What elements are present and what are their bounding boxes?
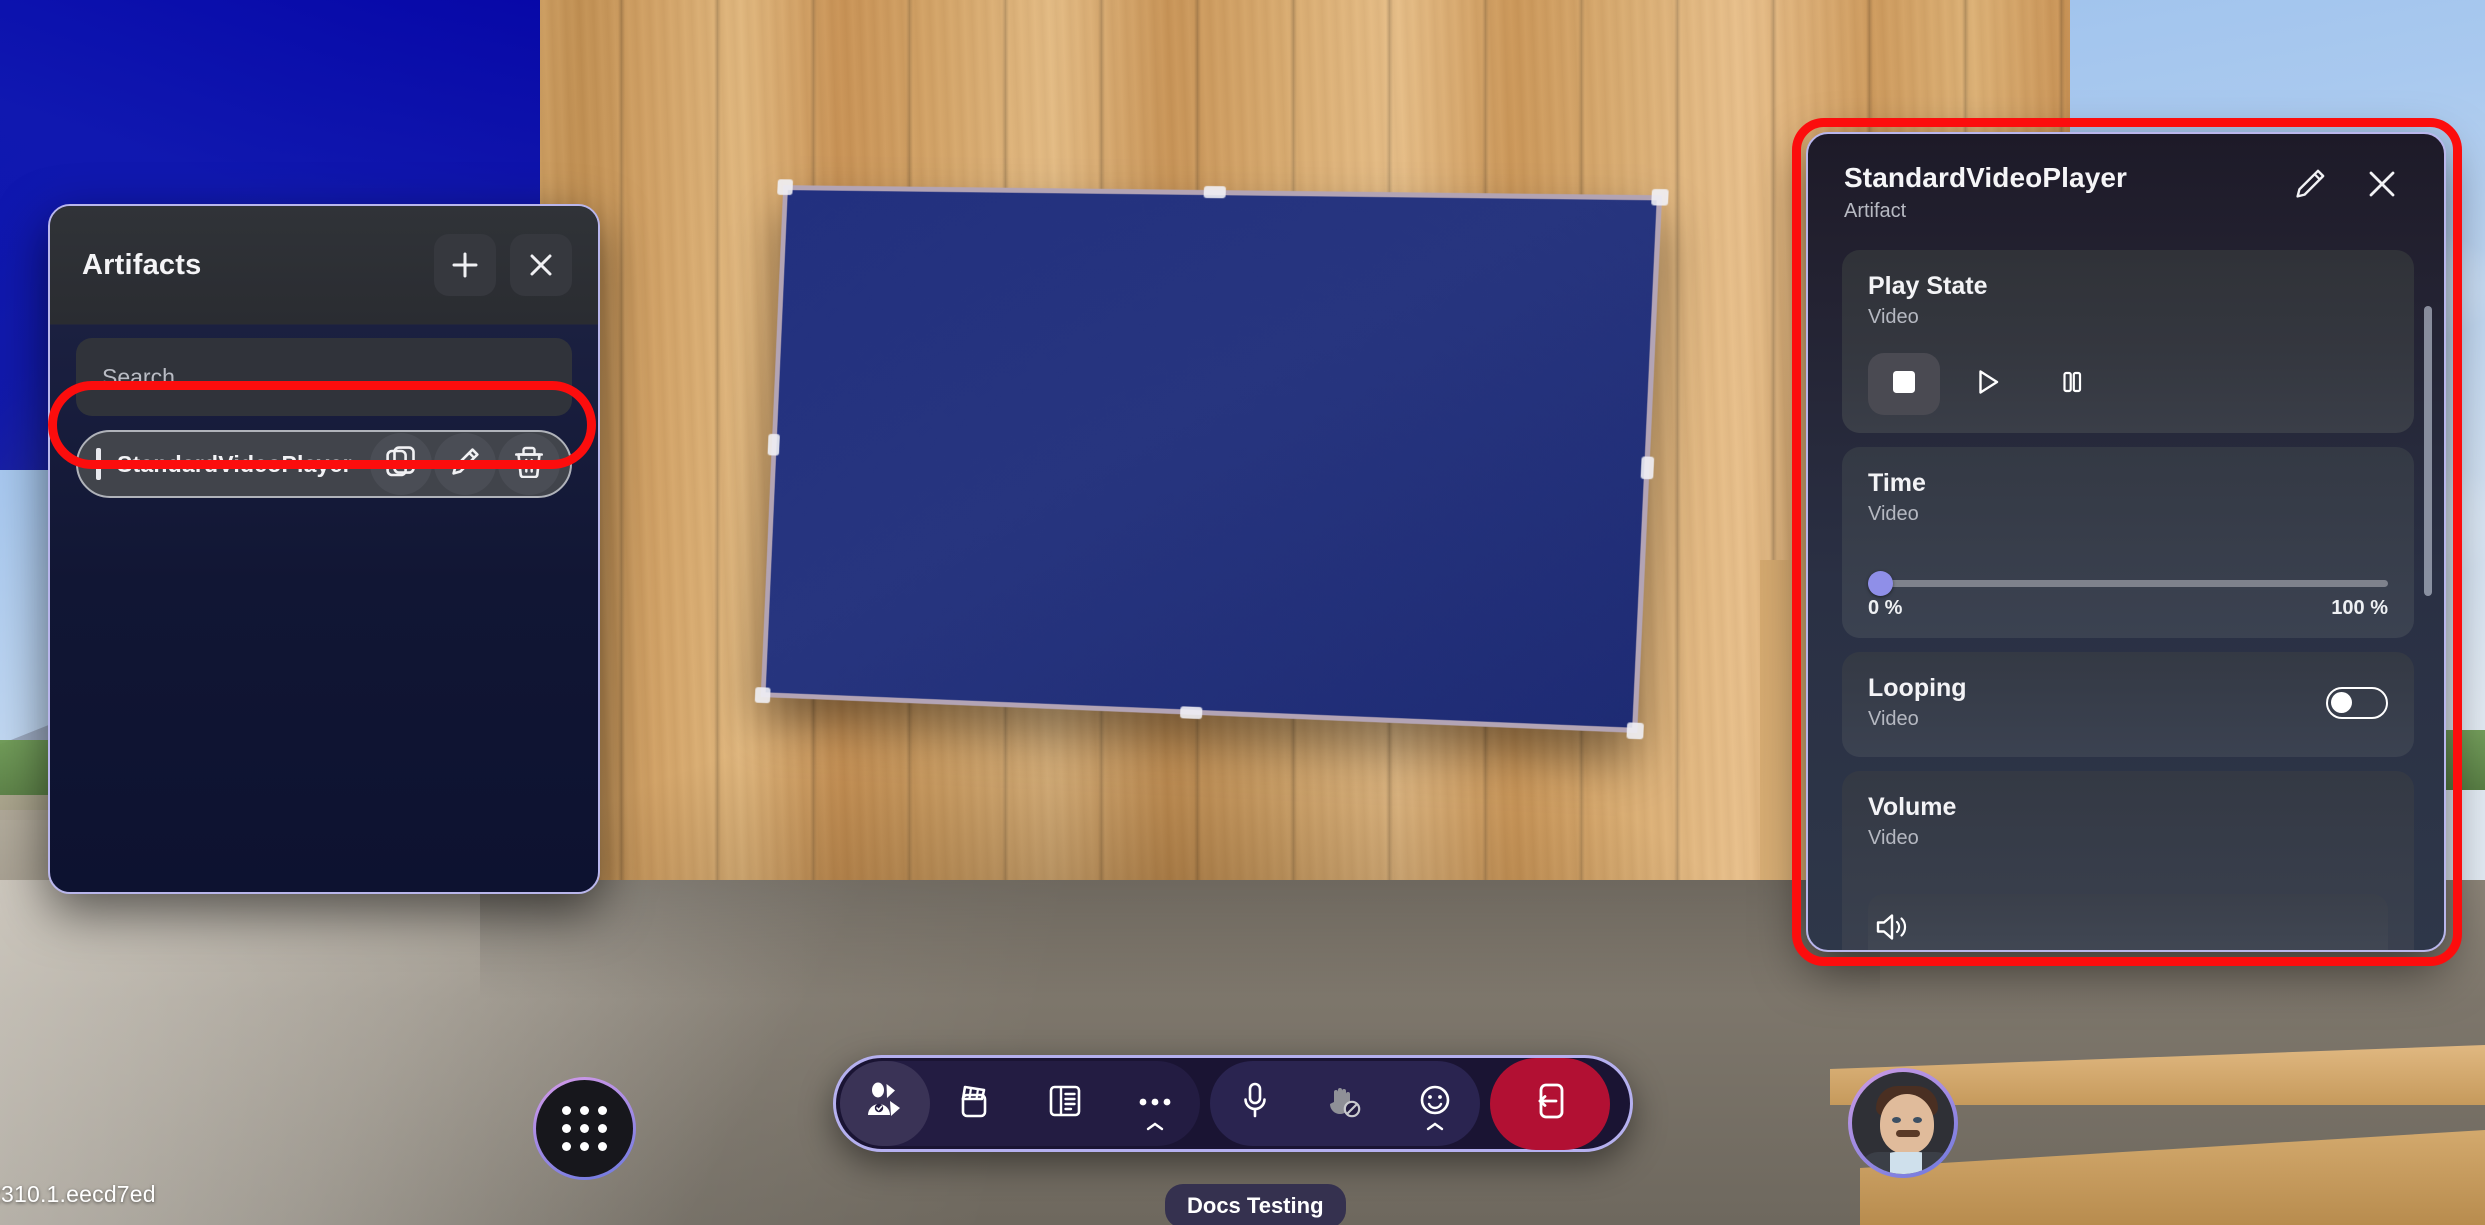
slider-track[interactable] xyxy=(1868,571,2388,596)
delete-icon xyxy=(514,446,544,483)
pause-button[interactable] xyxy=(2036,353,2108,415)
toolbar-button-microphone[interactable] xyxy=(1210,1061,1300,1146)
toolbar-tooltip: Docs Testing xyxy=(1165,1184,1346,1225)
property-card-looping: Looping Video xyxy=(1842,652,2414,757)
edit-artifact-button[interactable] xyxy=(434,433,496,495)
artifacts-search-box[interactable] xyxy=(76,338,572,416)
artifact-name: StandardVideoPlayer xyxy=(117,450,352,477)
toolbar-button-notes[interactable] xyxy=(1020,1061,1110,1146)
artifacts-panel-title: Artifacts xyxy=(82,248,202,281)
toggle-knob xyxy=(2331,691,2352,713)
duplicate-artifact-button[interactable] xyxy=(370,433,432,495)
avatar-moustache xyxy=(1896,1130,1920,1137)
property-name: Looping xyxy=(1868,674,1967,702)
artifacts-people-icon xyxy=(864,1081,906,1126)
microphone-icon xyxy=(1240,1081,1270,1126)
property-name: Time xyxy=(1868,469,1926,497)
slider-thumb[interactable] xyxy=(1868,571,1893,596)
artifacts-search-area xyxy=(50,324,598,416)
close-artifacts-panel-button[interactable] xyxy=(510,234,572,296)
page-title: StandardVideoPlayer xyxy=(1844,162,2128,193)
edit-artifact-properties-button[interactable] xyxy=(2282,158,2338,214)
toolbar-button-video[interactable] xyxy=(930,1061,1020,1146)
stop-icon xyxy=(1890,368,1918,401)
play-icon xyxy=(1973,367,2003,402)
close-icon xyxy=(2365,167,2399,206)
toolbar-button-raise-hand[interactable] xyxy=(1300,1061,1390,1146)
slider-max-label: 100 % xyxy=(2331,597,2388,619)
avatar-face xyxy=(1880,1094,1934,1154)
property-source: Video xyxy=(1868,708,1919,730)
floor-shadow xyxy=(480,880,1880,1000)
toolbar-button-more[interactable] xyxy=(1110,1061,1200,1146)
time-slider[interactable]: 0 % 100 % xyxy=(1868,571,2388,620)
properties-scroll-area[interactable]: Play State Video Time Video 0 % 100 % Lo… xyxy=(1808,250,2444,950)
properties-subtitle: Artifact xyxy=(1844,200,1907,222)
more-options-icon xyxy=(1138,1095,1172,1113)
properties-panel-header: StandardVideoPlayer Artifact xyxy=(1808,134,2444,241)
app-launcher-button[interactable] xyxy=(533,1077,636,1180)
toolbar-button-reactions[interactable] xyxy=(1390,1061,1480,1146)
play-button[interactable] xyxy=(1952,353,2024,415)
artifact-properties-panel: StandardVideoPlayer Artifact Play State xyxy=(1806,132,2446,952)
duplicate-icon xyxy=(386,445,416,483)
property-card-play-state: Play State Video xyxy=(1842,250,2414,433)
reactions-emoji-icon xyxy=(1417,1083,1453,1124)
list-item[interactable]: StandardVideoPlayer xyxy=(76,430,572,498)
search-input[interactable] xyxy=(102,363,546,391)
property-card-time: Time Video 0 % 100 % xyxy=(1842,447,2414,638)
version-label: 2310.1.eecd7ed xyxy=(0,1181,156,1207)
avatar[interactable] xyxy=(1848,1068,1958,1178)
plus-icon xyxy=(450,250,480,280)
leave-call-icon xyxy=(1532,1081,1568,1126)
close-icon xyxy=(527,251,555,279)
close-properties-panel-button[interactable] xyxy=(2354,158,2410,214)
artifacts-panel-header: Artifacts xyxy=(50,206,598,324)
delete-artifact-button[interactable] xyxy=(498,433,560,495)
stop-button[interactable] xyxy=(1868,353,1940,415)
property-source: Video xyxy=(1868,306,1919,328)
artifacts-panel: Artifacts StandardVideoPlayer xyxy=(48,204,600,894)
chevron-up-icon xyxy=(1425,1119,1445,1137)
avatar-eye xyxy=(1892,1117,1901,1123)
pause-icon xyxy=(2058,368,2086,401)
raise-hand-disabled-icon xyxy=(1327,1082,1363,1125)
main-toolbar xyxy=(833,1055,1633,1152)
selection-indicator xyxy=(96,448,101,480)
properties-scrollbar[interactable] xyxy=(2424,306,2432,596)
toolbar-button-artifacts[interactable] xyxy=(840,1061,930,1146)
clapperboard-icon xyxy=(957,1081,993,1126)
grid-apps-icon xyxy=(562,1106,607,1151)
artifacts-list: StandardVideoPlayer xyxy=(50,416,598,498)
leave-call-button[interactable] xyxy=(1490,1057,1610,1150)
slider-min-label: 0 % xyxy=(1868,597,1903,619)
play-state-controls xyxy=(1868,353,2388,415)
edit-icon xyxy=(449,446,481,483)
property-card-volume: Volume Video xyxy=(1842,771,2414,950)
video-player-artifact[interactable] xyxy=(754,179,1669,740)
pencil-icon xyxy=(2293,167,2327,206)
avatar-eye xyxy=(1913,1117,1922,1123)
toolbar-group-media xyxy=(1210,1061,1480,1146)
notes-icon xyxy=(1046,1082,1084,1125)
speaker-icon xyxy=(1874,914,1912,948)
looping-toggle[interactable] xyxy=(2326,686,2388,719)
add-artifact-button[interactable] xyxy=(434,234,496,296)
property-source: Video xyxy=(1868,827,1919,849)
property-name: Play State xyxy=(1868,272,1988,300)
property-name: Volume xyxy=(1868,793,1957,821)
toolbar-group-content xyxy=(840,1061,1200,1146)
chevron-up-icon xyxy=(1145,1119,1165,1137)
property-source: Video xyxy=(1868,503,1919,525)
